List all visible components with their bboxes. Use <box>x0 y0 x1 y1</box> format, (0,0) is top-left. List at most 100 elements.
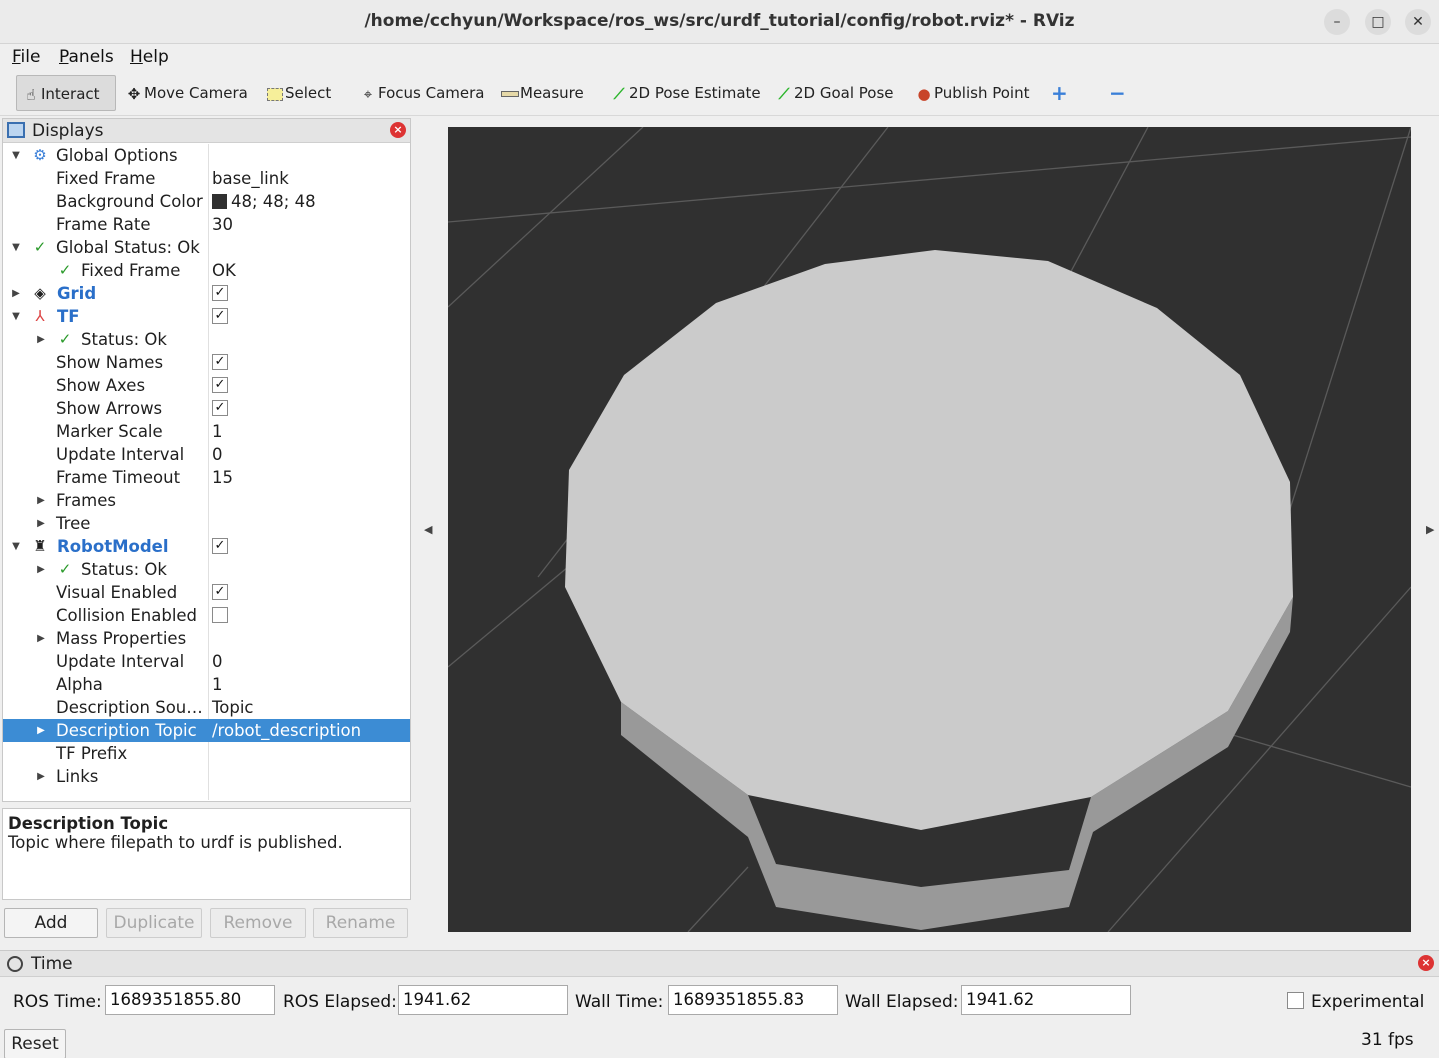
menu-file[interactable]: File <box>12 47 40 67</box>
tree-row-frame-rate[interactable]: Frame Rate 30 <box>3 213 410 236</box>
collapse-arrow-icon[interactable]: ▶ <box>34 512 48 535</box>
tree-row-links[interactable]: ▶ Links <box>3 765 410 788</box>
add-tool-button[interactable]: + <box>1047 75 1072 111</box>
show-arrows-checkbox[interactable]: ✓ <box>212 400 228 416</box>
pose-estimate-tool[interactable]: ⟋ 2D Pose Estimate <box>605 75 765 111</box>
add-display-button[interactable]: Add <box>4 908 98 938</box>
tree-row-frames[interactable]: ▶ Frames <box>3 489 410 512</box>
duplicate-display-button[interactable]: Duplicate <box>106 908 202 938</box>
remove-tool-button[interactable]: − <box>1105 75 1130 111</box>
expand-arrow-icon[interactable]: ▼ <box>9 305 23 328</box>
tree-row-description-source[interactable]: Description Sou… Topic <box>3 696 410 719</box>
tree-row-frame-timeout[interactable]: Frame Timeout 15 <box>3 466 410 489</box>
collapse-left-arrow-icon[interactable]: ◀ <box>424 523 432 536</box>
grid-checkbox[interactable]: ✓ <box>212 285 228 301</box>
publish-point-tool[interactable]: ● Publish Point <box>910 75 1033 111</box>
wall-elapsed-field[interactable]: 1941.62 <box>961 985 1131 1015</box>
maximize-button[interactable]: □ <box>1365 9 1391 35</box>
collapse-arrow-icon[interactable]: ▶ <box>34 627 48 650</box>
monitor-icon <box>7 122 25 138</box>
wall-time-label: Wall Time: <box>575 992 664 1012</box>
expand-arrow-icon[interactable]: ▼ <box>9 535 23 558</box>
close-panel-icon[interactable]: × <box>390 122 406 138</box>
ros-time-field[interactable]: 1689351855.80 <box>105 985 275 1015</box>
tree-row-tree[interactable]: ▶ Tree <box>3 512 410 535</box>
tree-row-collision-enabled[interactable]: Collision Enabled <box>3 604 410 627</box>
tree-row-tf-update-interval[interactable]: Update Interval 0 <box>3 443 410 466</box>
time-panel: Time × ROS Time: 1689351855.80 ROS Elaps… <box>0 950 1439 1058</box>
wall-elapsed-label: Wall Elapsed: <box>845 992 959 1012</box>
interact-tool[interactable]: ☝ Interact <box>16 75 116 111</box>
collapse-arrow-icon[interactable]: ▶ <box>34 719 48 742</box>
select-tool[interactable]: Select <box>261 75 335 111</box>
show-axes-checkbox[interactable]: ✓ <box>212 377 228 393</box>
tree-row-alpha[interactable]: Alpha 1 <box>3 673 410 696</box>
scene-render[interactable] <box>447 126 1412 933</box>
checkmark-icon: ✓ <box>58 330 72 348</box>
tree-row-global-status[interactable]: ▼ ✓ Global Status: Ok <box>3 236 410 259</box>
tree-row-tf[interactable]: ▼ ⅄ TF ✓ <box>3 305 410 328</box>
color-swatch[interactable] <box>212 194 227 209</box>
experimental-checkbox[interactable] <box>1287 992 1304 1009</box>
displays-panel: Displays × ▼ ⚙ Global Options Fixed Fram… <box>2 118 411 802</box>
tree-row-description-topic[interactable]: ▶ Description Topic /robot_description <box>3 719 410 742</box>
ruler-icon <box>500 76 520 112</box>
toolbar: ☝ Interact ✥ Move Camera Select ⌖ Focus Cam… <box>0 70 1439 116</box>
tree-row-grid[interactable]: ▶ ◈ Grid ✓ <box>3 282 410 305</box>
tree-row-status-fixed-frame[interactable]: ✓ Fixed Frame OK <box>3 259 410 282</box>
tree-row-show-axes[interactable]: Show Axes ✓ <box>3 374 410 397</box>
minimize-button[interactable]: – <box>1324 9 1350 35</box>
show-names-checkbox[interactable]: ✓ <box>212 354 228 370</box>
collision-enabled-checkbox[interactable] <box>212 607 228 623</box>
collapse-arrow-icon[interactable]: ▶ <box>34 558 48 581</box>
ros-elapsed-label: ROS Elapsed: <box>283 992 397 1012</box>
ros-elapsed-field[interactable]: 1941.62 <box>398 985 568 1015</box>
reset-button[interactable]: Reset <box>4 1029 66 1058</box>
description-title: Description Topic <box>8 814 169 833</box>
render-viewport[interactable] <box>447 126 1412 933</box>
crosshair-icon: ⌖ <box>363 84 373 103</box>
tree-row-background-color[interactable]: Background Color 48; 48; 48 <box>3 190 410 213</box>
collapse-arrow-icon[interactable]: ▶ <box>34 489 48 512</box>
collapse-right-arrow-icon[interactable]: ▶ <box>1426 523 1434 536</box>
collapse-arrow-icon[interactable]: ▶ <box>34 328 48 351</box>
tree-row-fixed-frame[interactable]: Fixed Frame base_link <box>3 167 410 190</box>
robot-model-checkbox[interactable]: ✓ <box>212 538 228 554</box>
tree-row-rm-update-interval[interactable]: Update Interval 0 <box>3 650 410 673</box>
tree-row-show-arrows[interactable]: Show Arrows ✓ <box>3 397 410 420</box>
collapse-arrow-icon[interactable]: ▶ <box>34 765 48 788</box>
close-panel-icon[interactable]: × <box>1418 955 1434 971</box>
goal-pose-tool[interactable]: ⟋ 2D Goal Pose <box>770 75 898 111</box>
tf-checkbox[interactable]: ✓ <box>212 308 228 324</box>
close-window-button[interactable]: ✕ <box>1405 9 1431 35</box>
checkmark-icon: ✓ <box>33 238 47 256</box>
measure-tool[interactable]: Measure <box>496 75 588 111</box>
tree-row-mass-properties[interactable]: ▶ Mass Properties <box>3 627 410 650</box>
tree-row-marker-scale[interactable]: Marker Scale 1 <box>3 420 410 443</box>
tree-row-rm-status[interactable]: ▶ ✓ Status: Ok <box>3 558 410 581</box>
tree-row-global-options[interactable]: ▼ ⚙ Global Options <box>3 144 410 167</box>
collapse-arrow-icon[interactable]: ▶ <box>9 282 23 305</box>
select-box-icon <box>265 76 285 112</box>
ros-time-label: ROS Time: <box>13 992 102 1012</box>
menu-help[interactable]: Help <box>130 47 169 67</box>
clock-icon <box>7 956 23 972</box>
focus-camera-tool[interactable]: ⌖ Focus Camera <box>354 75 488 111</box>
tree-row-visual-enabled[interactable]: Visual Enabled ✓ <box>3 581 410 604</box>
tree-row-robot-model[interactable]: ▼ ♜ RobotModel ✓ <box>3 535 410 558</box>
tree-row-tf-status[interactable]: ▶ ✓ Status: Ok <box>3 328 410 351</box>
description-text: Topic where filepath to urdf is publishe… <box>8 833 343 852</box>
tree-row-tf-prefix[interactable]: TF Prefix <box>3 742 410 765</box>
expand-arrow-icon[interactable]: ▼ <box>9 236 23 259</box>
remove-display-button[interactable]: Remove <box>210 908 306 938</box>
rename-display-button[interactable]: Rename <box>313 908 408 938</box>
move-camera-tool[interactable]: ✥ Move Camera <box>120 75 252 111</box>
visual-enabled-checkbox[interactable]: ✓ <box>212 584 228 600</box>
wall-time-field[interactable]: 1689351855.83 <box>668 985 838 1015</box>
expand-arrow-icon[interactable]: ▼ <box>9 144 23 167</box>
time-header: Time × <box>0 951 1439 977</box>
tree-row-show-names[interactable]: Show Names ✓ <box>3 351 410 374</box>
gear-icon: ⚙ <box>33 146 47 164</box>
displays-header: Displays × <box>3 119 410 143</box>
menu-panels[interactable]: Panels <box>59 47 114 67</box>
